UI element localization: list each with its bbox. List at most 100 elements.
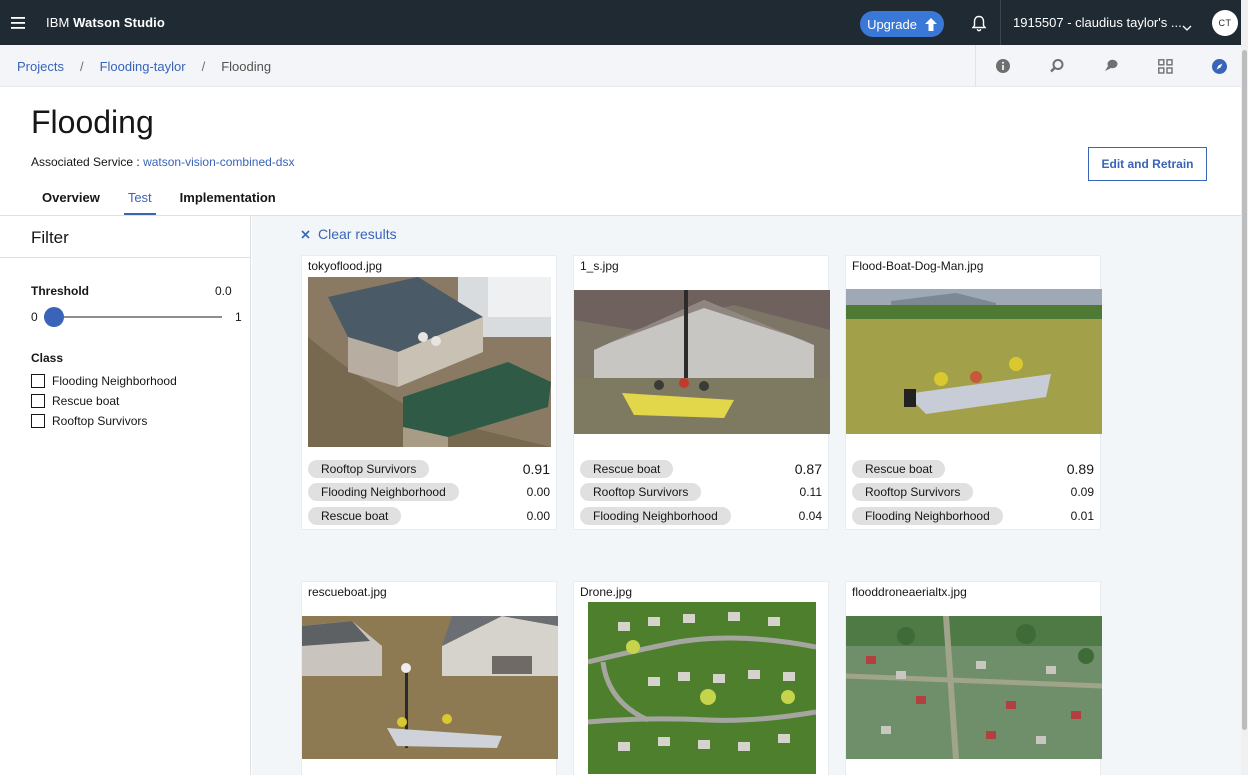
page-scrollbar[interactable] [1241, 0, 1248, 775]
image-thumbnail-house-roof-flood [308, 277, 551, 447]
app-brand[interactable]: IBM Watson Studio [46, 15, 165, 30]
threshold-label: Threshold [31, 284, 90, 298]
threshold-slider[interactable] [44, 307, 222, 327]
result-row: Rescue boat 0.00 [308, 507, 554, 525]
class-tag: Rescue boat [852, 460, 946, 478]
filter-divider [0, 257, 251, 258]
slider-max-label: 1 [235, 310, 242, 324]
class-tag: Flooding Neighborhood [852, 507, 1003, 525]
threshold-value: 0.0 [215, 284, 232, 298]
account-switcher[interactable]: 1915507 - claudius taylor's ... [1013, 15, 1182, 30]
class-option-rooftop-survivors[interactable]: Rooftop Survivors [31, 411, 177, 431]
chevron-down-icon[interactable] [1182, 18, 1192, 36]
class-option-label: Rooftop Survivors [52, 414, 148, 428]
breadcrumb-separator: / [201, 59, 206, 74]
associated-service-link[interactable]: watson-vision-combined-dsx [143, 155, 294, 169]
class-tag: Rescue boat [580, 460, 674, 478]
tab-implementation[interactable]: Implementation [166, 182, 290, 216]
checkbox[interactable] [31, 394, 45, 408]
result-card[interactable]: 1_s.jpg Rescue boat 0.87 Rooftop Survivor… [573, 255, 830, 530]
class-option-flooding-neighborhood[interactable]: Flooding Neighborhood [31, 371, 177, 391]
class-tag: Flooding Neighborhood [308, 483, 459, 501]
result-card[interactable]: Drone.jpg [573, 581, 829, 775]
breadcrumb-project[interactable]: Flooding-taylor [100, 59, 186, 74]
search-assets-icon[interactable] [1030, 45, 1084, 87]
page-title: Flooding [31, 104, 154, 140]
associated-service-label: Associated Service : [31, 155, 144, 169]
class-option-rescue-boat[interactable]: Rescue boat [31, 391, 177, 411]
brand-name: Watson Studio [73, 15, 165, 30]
image-filename: flooddroneaerialtx.jpg [852, 585, 967, 599]
clear-results-button[interactable]: Clear results [301, 226, 397, 242]
filter-title: Filter [31, 228, 69, 247]
result-card[interactable]: rescueboat.jpg [301, 581, 558, 775]
breadcrumb-current: Flooding [221, 59, 272, 74]
score: 0.89 [1066, 461, 1094, 477]
notification-bell-icon[interactable] [966, 10, 992, 36]
score: 0.01 [1070, 509, 1094, 523]
class-option-label: Rescue boat [52, 394, 120, 408]
image-filename: Drone.jpg [580, 585, 633, 599]
score: 0.00 [526, 509, 550, 523]
breadcrumb-projects[interactable]: Projects [17, 59, 64, 74]
info-icon[interactable] [976, 45, 1030, 87]
class-tag: Rooftop Survivors [852, 483, 974, 501]
score: 0.00 [526, 485, 550, 499]
close-icon [301, 229, 310, 239]
toolbar [975, 45, 1246, 87]
class-label: Class [31, 351, 64, 365]
apps-grid-icon[interactable] [1138, 45, 1192, 87]
image-thumbnail-house-boat-flood [574, 290, 830, 434]
tab-test[interactable]: Test [114, 182, 166, 216]
image-filename: Flood-Boat-Dog-Man.jpg [852, 259, 984, 273]
image-thumbnail-aerial-flood-town [846, 616, 1102, 759]
slider-handle[interactable] [44, 307, 64, 327]
compass-icon[interactable] [1192, 45, 1246, 87]
image-thumbnail-boat-green-water [846, 289, 1102, 434]
result-row: Flooding Neighborhood 0.04 [580, 507, 826, 525]
filter-sidebar: Filter Threshold 0.0 0 1 Class Flooding … [0, 216, 251, 775]
slider-min-label: 0 [31, 310, 38, 324]
breadcrumb-separator: / [79, 59, 84, 74]
class-option-label: Flooding Neighborhood [52, 374, 177, 388]
score: 0.04 [798, 509, 822, 523]
upgrade-arrow-icon [924, 17, 937, 31]
breadcrumb-bar: Projects / Flooding-taylor / Flooding [0, 45, 1241, 87]
result-row: Rooftop Survivors 0.91 [308, 460, 554, 478]
upgrade-label: Upgrade [867, 16, 917, 32]
result-row: Rooftop Survivors 0.11 [580, 483, 826, 501]
edit-and-retrain-button[interactable]: Edit and Retrain [1088, 147, 1207, 181]
result-card[interactable]: flooddroneaerialtx.jpg [845, 581, 1102, 775]
scrollbar-thumb[interactable] [1242, 50, 1247, 730]
avatar[interactable]: CT [1212, 10, 1238, 36]
image-thumbnail-aerial-suburb [588, 602, 816, 774]
class-list: Flooding Neighborhood Rescue boat Roofto… [31, 371, 177, 431]
score: 0.87 [794, 461, 822, 477]
checkbox[interactable] [31, 414, 45, 428]
class-tag: Rooftop Survivors [580, 483, 702, 501]
comments-icon[interactable] [1084, 45, 1138, 87]
account-divider [1000, 0, 1001, 45]
checkbox[interactable] [31, 374, 45, 388]
class-tag: Flooding Neighborhood [580, 507, 731, 525]
result-card[interactable]: tokyoflood.jpg Rooftop Survivors 0.91 Flo… [301, 255, 557, 530]
menu-icon[interactable] [0, 0, 36, 45]
result-row: Flooding Neighborhood 0.01 [852, 507, 1098, 525]
top-bar: IBM Watson Studio Upgrade 1915507 - clau… [0, 0, 1248, 45]
associated-service: Associated Service : watson-vision-combi… [31, 155, 294, 169]
class-tag: Rooftop Survivors [308, 460, 430, 478]
score: 0.09 [1070, 485, 1094, 499]
result-card[interactable]: Flood-Boat-Dog-Man.jpg Rescue boat 0.89 R… [845, 255, 1102, 530]
results-area: Clear results tokyoflood.jpg Rooftop Sur… [252, 216, 1241, 775]
image-filename: tokyoflood.jpg [308, 259, 383, 273]
brand-prefix: IBM [46, 15, 74, 30]
tab-overview[interactable]: Overview [28, 182, 114, 216]
upgrade-button[interactable]: Upgrade [860, 11, 944, 37]
image-thumbnail-boat-houses-flood [302, 616, 558, 759]
class-tag: Rescue boat [308, 507, 402, 525]
score: 0.91 [522, 461, 550, 477]
tab-bar: Overview Test Implementation [28, 182, 290, 216]
clear-results-label: Clear results [318, 226, 397, 242]
result-row: Rooftop Survivors 0.09 [852, 483, 1098, 501]
result-row: Flooding Neighborhood 0.00 [308, 483, 554, 501]
